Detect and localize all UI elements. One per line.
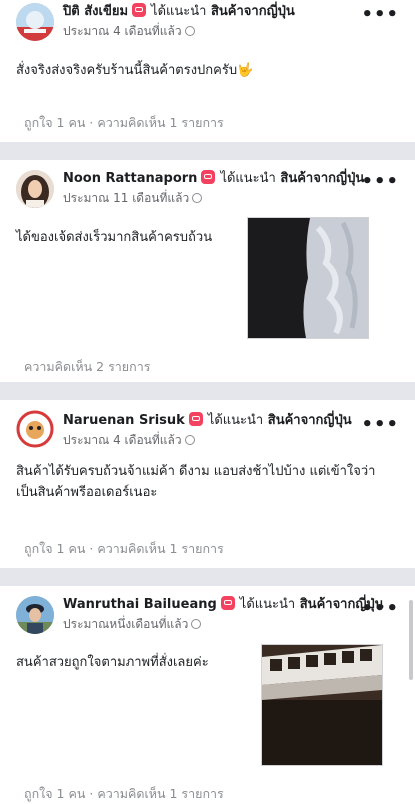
post-time[interactable]: ประมาณ 4 เดือนที่แล้ว bbox=[63, 24, 182, 38]
post-photo[interactable] bbox=[261, 644, 383, 766]
post-divider bbox=[0, 142, 415, 160]
recommends-label: ได้แนะนำ bbox=[239, 597, 296, 612]
avatar[interactable] bbox=[16, 170, 54, 208]
recommend-icon bbox=[132, 3, 147, 17]
post-text-line: สินค้าได้รับครบถ้วนจ้าแม่ค้า ดีงาม แอบส่… bbox=[16, 464, 376, 479]
review-post: Noon Rattanaporn ได้แนะนำ สินค้าจากญี่ปุ่… bbox=[0, 160, 415, 382]
footer-separator: · bbox=[89, 786, 94, 801]
avatar[interactable] bbox=[16, 3, 54, 41]
recommends-label: ได้แนะนำ bbox=[151, 4, 207, 19]
recommend-icon bbox=[220, 596, 235, 610]
more-options-button[interactable]: ••• bbox=[361, 173, 399, 191]
scrollbar[interactable] bbox=[409, 600, 413, 680]
comment-count[interactable]: ความคิดเห็น 2 รายการ bbox=[24, 359, 150, 374]
post-header: Noon Rattanaporn ได้แนะนำ สินค้าจากญี่ปุ่… bbox=[63, 170, 375, 188]
comment-count[interactable]: ความคิดเห็น 1 รายการ bbox=[97, 786, 223, 801]
post-header: Naruenan Srisuk ได้แนะนำ สินค้าจากญี่ปุ่น bbox=[63, 412, 375, 430]
post-text: สนค้าสวยถูกใจตามภาพที่สั่งเลยค่ะ bbox=[16, 655, 209, 670]
review-post: ปิติ สังเขียม ได้แนะนำ สินค้าจากญี่ปุ่น ป… bbox=[0, 0, 415, 142]
author-name[interactable]: Naruenan Srisuk bbox=[63, 413, 185, 428]
recommends-label: ได้แนะนำ bbox=[207, 413, 264, 428]
like-count[interactable]: ถูกใจ 1 คน bbox=[24, 541, 85, 556]
post-time[interactable]: ประมาณ 11 เดือนที่แล้ว bbox=[63, 191, 189, 205]
globe-icon bbox=[184, 435, 195, 445]
footer-separator: · bbox=[89, 115, 94, 130]
globe-icon bbox=[191, 619, 202, 629]
review-post: Wanruthai Bailueang ได้แนะนำ สินค้าจากญี่… bbox=[0, 586, 415, 801]
author-name[interactable]: ปิติ สังเขียม bbox=[63, 4, 128, 19]
post-divider bbox=[0, 382, 415, 400]
globe-icon bbox=[184, 26, 195, 36]
author-name[interactable]: Noon Rattanaporn bbox=[63, 171, 197, 186]
recommend-icon bbox=[188, 412, 203, 426]
avatar[interactable] bbox=[16, 596, 54, 634]
page-name[interactable]: สินค้าจากญี่ปุ่น bbox=[280, 171, 364, 186]
review-post: Naruenan Srisuk ได้แนะนำ สินค้าจากญี่ปุ่น… bbox=[0, 400, 415, 568]
footer-separator: · bbox=[89, 541, 94, 556]
post-photo[interactable] bbox=[247, 217, 369, 339]
recommends-label: ได้แนะนำ bbox=[220, 171, 276, 186]
more-options-button[interactable]: ••• bbox=[361, 6, 399, 24]
post-divider bbox=[0, 568, 415, 586]
like-count[interactable]: ถูกใจ 1 คน bbox=[24, 115, 85, 130]
like-count[interactable]: ถูกใจ 1 คน bbox=[24, 786, 85, 801]
page-name[interactable]: สินค้าจากญี่ปุ่น bbox=[268, 413, 352, 428]
more-options-button[interactable]: ••• bbox=[361, 600, 399, 618]
avatar[interactable] bbox=[16, 410, 54, 448]
post-header: ปิติ สังเขียม ได้แนะนำ สินค้าจากญี่ปุ่น bbox=[63, 3, 375, 21]
post-time[interactable]: ประมาณ 4 เดือนที่แล้ว bbox=[63, 433, 182, 447]
post-header: Wanruthai Bailueang ได้แนะนำ สินค้าจากญี่… bbox=[63, 596, 384, 614]
more-options-button[interactable]: ••• bbox=[361, 416, 399, 434]
recommend-icon bbox=[201, 170, 216, 184]
post-text: ได้ของเจ้ดส่งเร็วมากสินค้าครบถ้วน bbox=[16, 230, 213, 245]
globe-icon bbox=[192, 193, 203, 203]
comment-count[interactable]: ความคิดเห็น 1 รายการ bbox=[97, 541, 223, 556]
author-name[interactable]: Wanruthai Bailueang bbox=[63, 597, 217, 612]
post-text-line: เป็นสินค้าพรีออเดอร์เนอะ bbox=[16, 485, 158, 500]
comment-count[interactable]: ความคิดเห็น 1 รายการ bbox=[97, 115, 223, 130]
post-time[interactable]: ประมาณหนึ่งเดือนที่แล้ว bbox=[63, 617, 188, 631]
post-text: สั่งจริงส่งจริงครับร้านนี้สินค้าตรงปกครั… bbox=[16, 63, 254, 78]
page-name[interactable]: สินค้าจากญี่ปุ่น bbox=[211, 4, 295, 19]
